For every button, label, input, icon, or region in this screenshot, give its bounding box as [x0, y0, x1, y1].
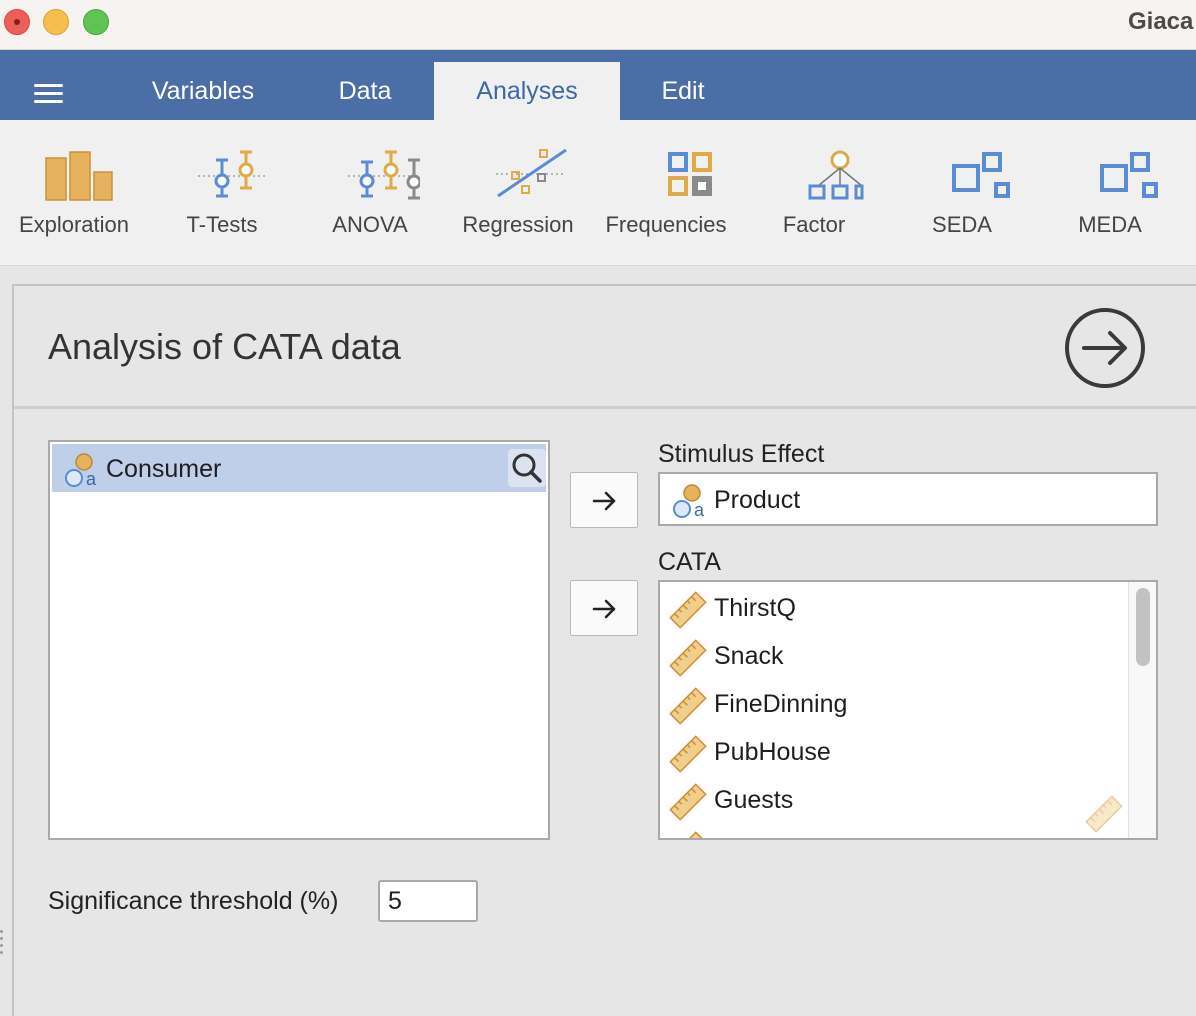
t-tests-icon: [198, 150, 266, 198]
list-item[interactable]: ThirstQ: [660, 584, 1130, 632]
variable-label: ThirstQ: [714, 594, 796, 622]
scrollbar-thumb[interactable]: [1136, 588, 1150, 666]
list-item[interactable]: a Consumer: [52, 444, 546, 492]
ribbon-seda[interactable]: SEDA: [888, 120, 1036, 260]
cata-variable-list[interactable]: ThirstQ Snack FineDinning PubHouse Guest…: [658, 580, 1158, 840]
cata-label: CATA: [658, 548, 721, 576]
variable-label: PubHouse: [714, 738, 831, 766]
arrow-circle-right-icon: [1065, 308, 1145, 388]
arrow-right-icon: [592, 599, 616, 619]
ribbon-label: Regression: [462, 212, 574, 237]
stimulus-effect-box[interactable]: a Product: [658, 472, 1158, 526]
variable-label: Snack: [714, 642, 784, 670]
variable-label: FineDinning: [714, 690, 848, 718]
continuous-variable-icon: [669, 831, 707, 838]
tab-analyses[interactable]: Analyses: [434, 62, 620, 120]
svg-text:a: a: [86, 469, 97, 488]
svg-text:a: a: [694, 500, 705, 519]
list-item[interactable]: Snack: [660, 632, 1130, 680]
run-analysis-button[interactable]: [1064, 307, 1146, 389]
ribbon-meda[interactable]: MEDA: [1036, 120, 1184, 260]
continuous-variable-icon: [669, 591, 707, 629]
analyses-ribbon: Exploration T-Tests ANOVA Regression Fre…: [0, 120, 1196, 266]
tab-data[interactable]: Data: [300, 62, 430, 120]
ribbon-label: Exploration: [18, 212, 130, 237]
hamburger-menu-icon[interactable]: [34, 84, 64, 108]
list-item[interactable]: [660, 824, 1130, 838]
cata-scrollbar[interactable]: [1128, 582, 1156, 838]
significance-threshold-label: Significance threshold (%): [48, 887, 339, 915]
list-item[interactable]: FineDinning: [660, 680, 1130, 728]
ribbon-exploration[interactable]: Exploration: [0, 120, 148, 260]
source-variable-list[interactable]: a Consumer: [48, 440, 550, 840]
ribbon-label: Factor: [782, 212, 846, 237]
tab-variables[interactable]: Variables: [118, 62, 288, 120]
meda-icon: [1100, 152, 1158, 198]
ribbon-label: ANOVA: [332, 212, 408, 237]
list-item[interactable]: PubHouse: [660, 728, 1130, 776]
ribbon-label: T-Tests: [186, 212, 258, 237]
drop-target-ruler-icon: [1085, 795, 1123, 833]
exploration-icon: [45, 151, 113, 201]
move-to-stimulus-button[interactable]: [570, 472, 638, 528]
continuous-variable-icon: [669, 735, 707, 773]
nominal-variable-icon: a: [65, 453, 97, 488]
seda-icon: [952, 152, 1010, 198]
frequencies-icon: [668, 152, 712, 196]
close-window-button[interactable]: [4, 9, 30, 35]
ribbon-factor[interactable]: Factor: [740, 120, 888, 260]
window-title: Giaca: [1128, 8, 1194, 35]
continuous-variable-icon: [669, 783, 707, 821]
ribbon-label: SEDA: [932, 212, 992, 237]
arrow-right-icon: [592, 491, 616, 511]
resize-grip[interactable]: [0, 930, 4, 960]
variable-label: Consumer: [106, 455, 222, 483]
continuous-variable-icon: [669, 687, 707, 725]
zoom-window-button[interactable]: [83, 9, 109, 35]
ribbon-label: Frequencies: [605, 212, 727, 237]
variable-label: Product: [714, 486, 801, 514]
regression-icon: [496, 148, 567, 198]
nominal-variable-icon: a: [673, 484, 705, 519]
tab-edit[interactable]: Edit: [628, 62, 738, 120]
variable-label: Guests: [714, 786, 794, 814]
stimulus-effect-label: Stimulus Effect: [658, 440, 825, 468]
panel-title: Analysis of CATA data: [48, 326, 401, 367]
anova-icon: [348, 150, 420, 200]
panel-divider: [14, 406, 1196, 409]
main-menubar: Variables Data Analyses Edit: [0, 50, 1196, 120]
minimize-window-button[interactable]: [43, 9, 69, 35]
move-to-cata-button[interactable]: [570, 580, 638, 636]
list-item[interactable]: Guests: [660, 776, 1130, 824]
ribbon-frequencies[interactable]: Frequencies: [592, 120, 740, 260]
factor-icon: [808, 150, 864, 200]
ribbon-anova[interactable]: ANOVA: [296, 120, 444, 260]
ribbon-t-tests[interactable]: T-Tests: [148, 120, 296, 260]
search-button[interactable]: [508, 449, 546, 487]
search-icon: [512, 453, 542, 483]
significance-threshold-input[interactable]: [378, 880, 478, 922]
ribbon-label: MEDA: [1078, 212, 1142, 237]
ribbon-regression[interactable]: Regression: [444, 120, 592, 260]
continuous-variable-icon: [669, 639, 707, 677]
title-bar: Giaca: [0, 0, 1196, 50]
